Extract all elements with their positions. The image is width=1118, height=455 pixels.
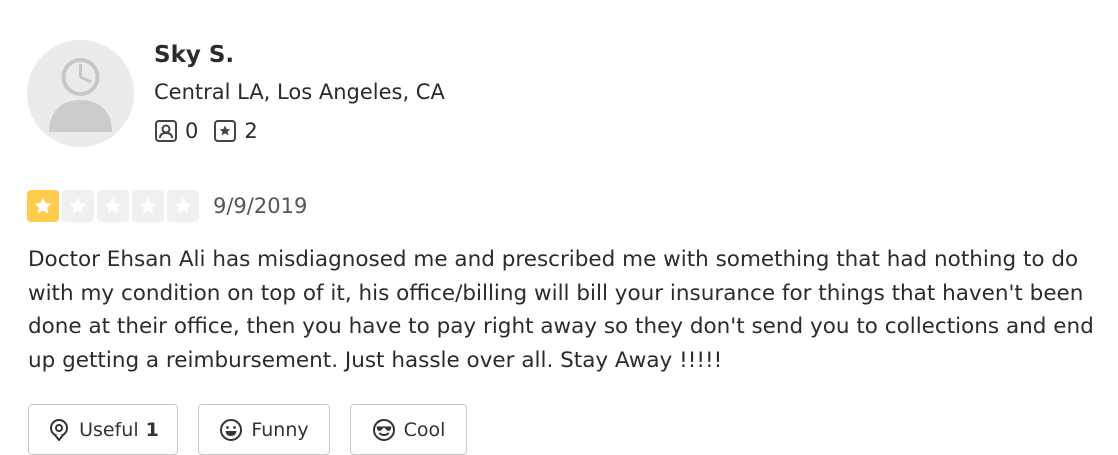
useful-count: 1 <box>145 418 159 441</box>
star-empty <box>97 190 129 222</box>
useful-label: Useful <box>79 418 139 441</box>
cool-label: Cool <box>403 418 446 441</box>
user-stats: 0 2 <box>154 119 273 143</box>
funny-button[interactable]: Funny <box>198 404 330 455</box>
user-name[interactable]: Sky S. <box>154 42 234 68</box>
star-icon <box>174 197 192 214</box>
cool-button[interactable]: Cool <box>350 404 467 455</box>
star-empty <box>167 190 199 222</box>
sunglasses-face-icon <box>372 418 395 441</box>
reviews-count: 2 <box>244 119 258 143</box>
star-filled <box>27 190 59 222</box>
review-date: 9/9/2019 <box>213 194 308 218</box>
review-star-icon <box>214 120 237 142</box>
star-rating-stars <box>27 190 202 222</box>
review-text: Doctor Ehsan Ali has misdiagnosed me and… <box>28 247 1094 373</box>
smile-icon <box>220 418 243 441</box>
star-icon <box>69 197 87 214</box>
vote-buttons: Useful 1 Funny Cool <box>28 404 487 455</box>
star-rating: 9/9/2019 <box>27 190 307 222</box>
star-icon <box>34 197 52 214</box>
useful-button[interactable]: Useful 1 <box>28 404 178 455</box>
star-icon <box>104 197 122 214</box>
user-avatar[interactable] <box>27 40 134 147</box>
friends-stat: 0 <box>154 119 198 143</box>
lightbulb-icon <box>50 418 69 441</box>
friends-icon <box>155 120 177 142</box>
star-empty <box>132 190 164 222</box>
default-avatar-icon <box>27 40 134 147</box>
star-empty <box>62 190 94 222</box>
funny-label: Funny <box>251 418 309 441</box>
review-card: Sky S. Central LA, Los Angeles, CA 0 2 9… <box>0 0 1118 455</box>
friends-count: 0 <box>185 119 199 143</box>
reviews-stat: 2 <box>213 119 258 143</box>
star-icon <box>139 197 157 214</box>
user-location: Central LA, Los Angeles, CA <box>154 80 445 104</box>
